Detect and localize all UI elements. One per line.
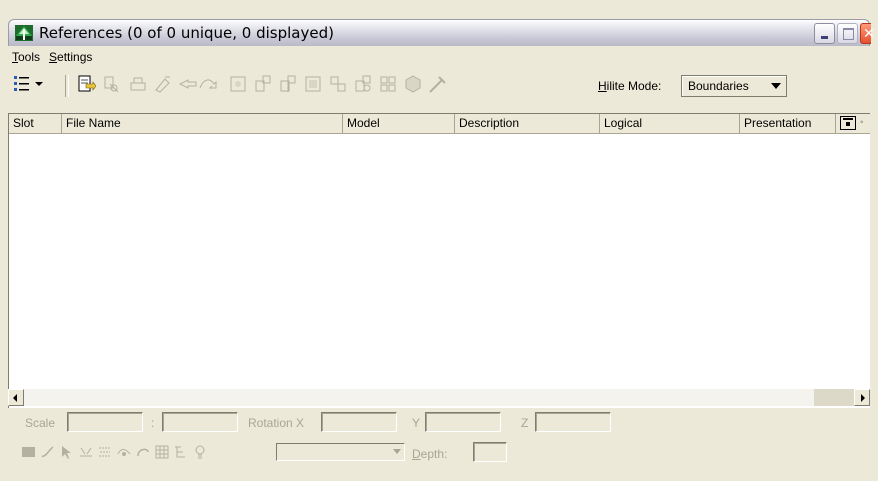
nested-attachments-icon	[175, 446, 185, 458]
scroll-right-button[interactable]	[854, 389, 870, 406]
column-header-logical[interactable]: Logical	[600, 114, 740, 133]
menu-settings[interactable]: Settings	[49, 50, 92, 64]
menu-tools[interactable]: Tools	[12, 50, 40, 64]
depth-field	[473, 442, 507, 462]
toolbar-separator	[65, 75, 69, 97]
hilite-mode-value: Boundaries	[688, 79, 749, 93]
maximize-button[interactable]	[837, 23, 858, 44]
rotation-x-field	[321, 412, 397, 432]
settings-tool-icon	[155, 76, 170, 93]
clip-mask-icon	[355, 75, 371, 92]
depth-label-text: epth:	[420, 447, 448, 461]
locate-icon	[62, 446, 71, 459]
menu-bar: Tools Settings	[8, 47, 870, 67]
close-button[interactable]: ✕	[860, 23, 875, 44]
hilite-mode-label: Hilite Mode:	[598, 79, 661, 93]
scale-label: Scale	[25, 416, 56, 430]
menu-settings-mnemonic: S	[49, 50, 58, 64]
depth-label: Depth:	[412, 447, 447, 461]
title-bar[interactable]: References (0 of 0 unique, 0 displayed) …	[8, 19, 875, 46]
column-header-file-name[interactable]: File Name	[62, 114, 343, 133]
reference-settings-panel: Scale : Rotation X Y Z Depth:	[8, 412, 870, 478]
references-list[interactable]: Slot File Name Model Description Logical…	[8, 113, 870, 408]
ignore-attachment-icon	[137, 448, 149, 457]
snap-icon	[41, 446, 54, 458]
scale-reference-field	[162, 412, 238, 432]
clip-boundary-icon	[330, 76, 346, 92]
microstation-app-icon[interactable]	[15, 25, 33, 41]
display-raster-icon	[117, 449, 131, 456]
dropdown-arrow-icon[interactable]	[771, 83, 781, 89]
references-window: References (0 of 0 unique, 0 displayed) …	[0, 0, 878, 481]
maximize-icon	[843, 28, 854, 40]
combo-arrow-icon	[393, 449, 401, 454]
minimize-icon	[821, 36, 828, 39]
hilite-mode-mnemonic: H	[598, 79, 607, 93]
column-header-description[interactable]: Description	[455, 114, 600, 133]
depth-mnemonic: D	[412, 447, 421, 461]
scale-separator: :	[151, 416, 155, 430]
move-copy-icon	[178, 79, 217, 89]
display-toggle-icon	[22, 447, 35, 457]
scroll-left-button[interactable]	[8, 389, 24, 406]
rotation-z-field	[535, 412, 611, 432]
column-chooser-button[interactable]	[840, 116, 856, 130]
level-display-icon	[195, 445, 205, 459]
column-header-slot[interactable]: Slot	[9, 114, 62, 133]
rotation-z-label: Z	[521, 416, 529, 430]
column-header-presentation[interactable]: Presentation	[740, 114, 836, 133]
scale-master-field	[67, 412, 143, 432]
column-chooser-icon	[843, 118, 853, 120]
true-scale-icon	[80, 447, 92, 457]
attach-reference-icon[interactable]	[76, 74, 96, 94]
mirror-horizontal-icon	[280, 75, 296, 92]
hilite-mode-dropdown[interactable]: Boundaries	[681, 75, 787, 97]
print-icon	[130, 77, 146, 91]
column-header-model[interactable]: Model	[343, 114, 455, 133]
scale-icon	[230, 76, 246, 92]
menu-tools-label: ools	[18, 50, 41, 64]
list-view-toggle-icon[interactable]	[13, 74, 45, 94]
column-chooser-dot	[846, 122, 850, 126]
mirror-vertical-icon	[305, 76, 321, 92]
reload-icon	[405, 75, 421, 93]
scroll-right-icon	[861, 394, 865, 402]
scroll-left-icon	[13, 394, 17, 402]
scroll-thumb[interactable]	[814, 389, 854, 406]
rotation-y-field	[425, 412, 501, 432]
close-icon: ✕	[863, 26, 875, 42]
window-title: References (0 of 0 unique, 0 displayed)	[39, 24, 334, 42]
delete-clip-icon	[380, 76, 396, 92]
menu-settings-label: ettings	[57, 50, 93, 64]
rotation-y-label: Y	[412, 416, 421, 430]
rotation-x-label: Rotation X	[248, 416, 305, 430]
toolbar: Hilite Mode: Boundaries	[8, 71, 870, 101]
hilite-mode-label-text: ilite Mode:	[606, 79, 662, 93]
rotate-icon	[255, 75, 271, 92]
horizontal-scrollbar[interactable]	[8, 389, 870, 406]
exchange-icon	[429, 76, 446, 93]
line-style-scale-icon	[99, 447, 111, 457]
nested-attachments-combo	[276, 443, 405, 461]
detach-reference-icon	[104, 76, 119, 93]
minimize-button[interactable]	[814, 23, 835, 44]
grid-icon	[155, 445, 169, 459]
list-header: Slot File Name Model Description Logical…	[9, 114, 870, 134]
more-columns-icon: ◦	[860, 117, 864, 128]
